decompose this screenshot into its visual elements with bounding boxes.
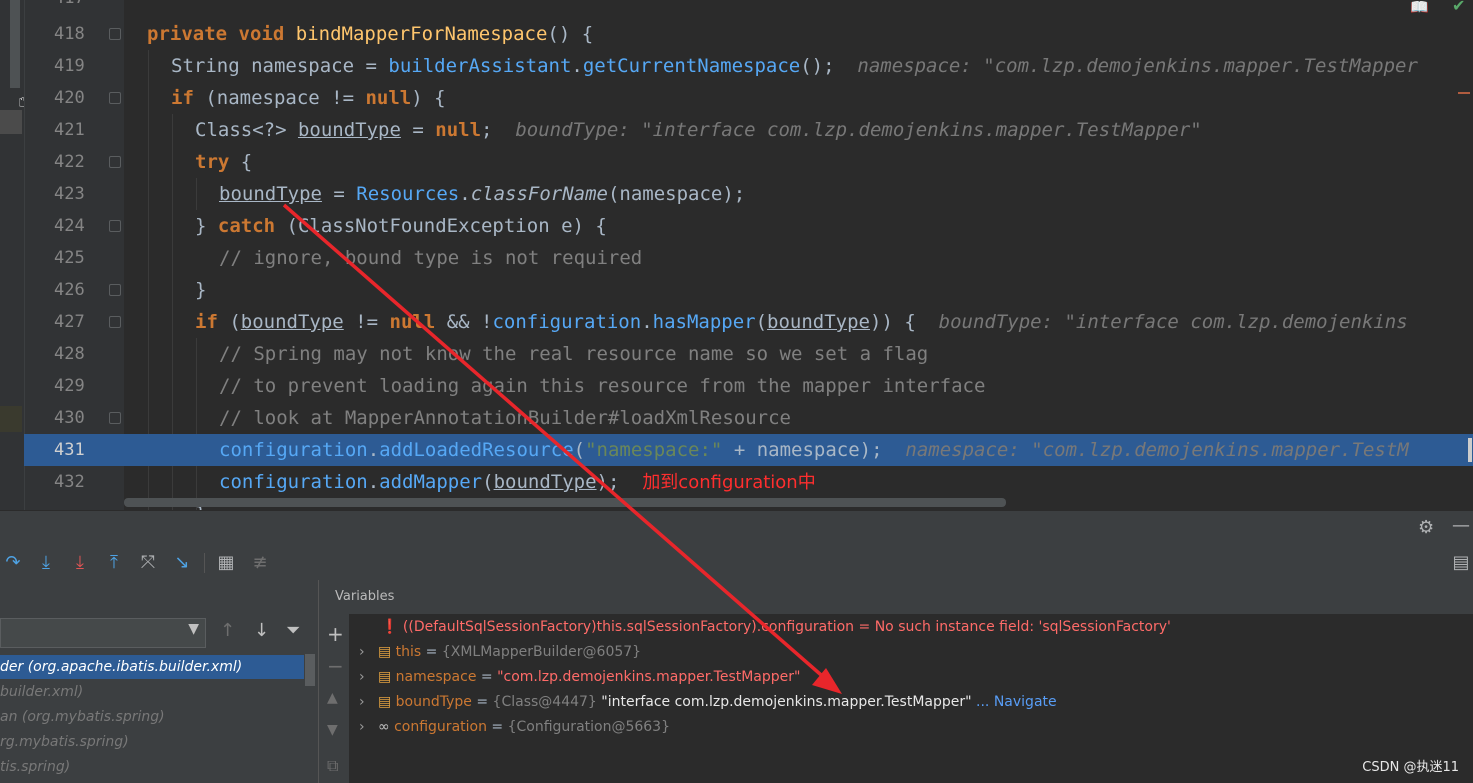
annotation-arrow xyxy=(282,203,842,694)
watermark: CSDN @执迷11 xyxy=(1362,760,1459,775)
